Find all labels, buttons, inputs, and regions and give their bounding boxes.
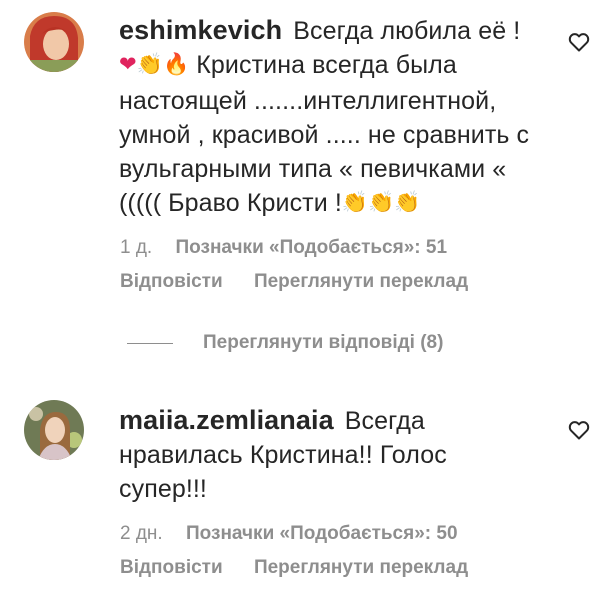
username[interactable]: maiia.zemlianaia (119, 405, 334, 435)
likes-count[interactable]: Позначки «Подобається»: 51 (176, 237, 448, 258)
comment-text: eshimkevich Всегда любила её ! ❤👏🔥 Крист… (119, 13, 559, 222)
likes-count[interactable]: Позначки «Подобається»: 50 (186, 523, 458, 544)
comment-line: ((((( Браво Кристи ! (119, 189, 342, 217)
comment-line: настоящей .......интеллигентной, (119, 87, 497, 115)
like-button[interactable] (567, 30, 593, 56)
username[interactable]: eshimkevich (119, 15, 282, 45)
like-button[interactable] (567, 418, 593, 444)
comment-line: нравилась Кристина!! Голос (119, 441, 447, 469)
view-replies-label: Переглянути відповіді (8) (203, 332, 444, 353)
comment-line: супер!!! (119, 475, 207, 503)
avatar[interactable] (24, 400, 84, 460)
view-replies-button[interactable]: Переглянути відповіді (8) (127, 332, 443, 354)
see-translation-button[interactable]: Переглянути переклад (254, 557, 468, 578)
timestamp[interactable]: 2 дн. (120, 523, 163, 544)
avatar-image (24, 400, 84, 460)
heart-outline-icon (568, 33, 590, 52)
comment-line: Кристина всегда была (196, 51, 457, 79)
comment-meta: 1 д. Позначки «Подобається»: 51 Відповіс… (120, 236, 494, 294)
clapping-hands-emoji: 👏 (341, 191, 369, 214)
heart-outline-icon (568, 421, 590, 440)
divider-line (127, 342, 173, 344)
reply-button[interactable]: Відповісти (120, 271, 223, 292)
comment-line: Всегда любила её ! (293, 17, 521, 45)
fire-emoji: 🔥 (162, 53, 190, 76)
clapping-hands-emoji: 👏 (394, 191, 421, 214)
clapping-hands-emoji: 👏 (136, 53, 163, 76)
reply-button[interactable]: Відповісти (120, 557, 223, 578)
comment-text: maiia.zemlianaia Всегда нравилась Кристи… (119, 403, 559, 506)
heart-emoji: ❤ (119, 53, 137, 76)
comment-line: Всегда (344, 407, 425, 435)
clapping-hands-emoji: 👏 (368, 191, 395, 214)
comment-line: умной , красивой ..... не сравнить с (119, 121, 530, 149)
comment-line: вульгарными типа « певичками « (119, 155, 507, 183)
see-translation-button[interactable]: Переглянути переклад (254, 271, 468, 292)
comment-meta: 2 дн. Позначки «Подобається»: 50 Відпові… (120, 522, 494, 580)
timestamp[interactable]: 1 д. (120, 237, 152, 258)
avatar[interactable] (24, 12, 84, 72)
avatar-image (24, 12, 84, 72)
